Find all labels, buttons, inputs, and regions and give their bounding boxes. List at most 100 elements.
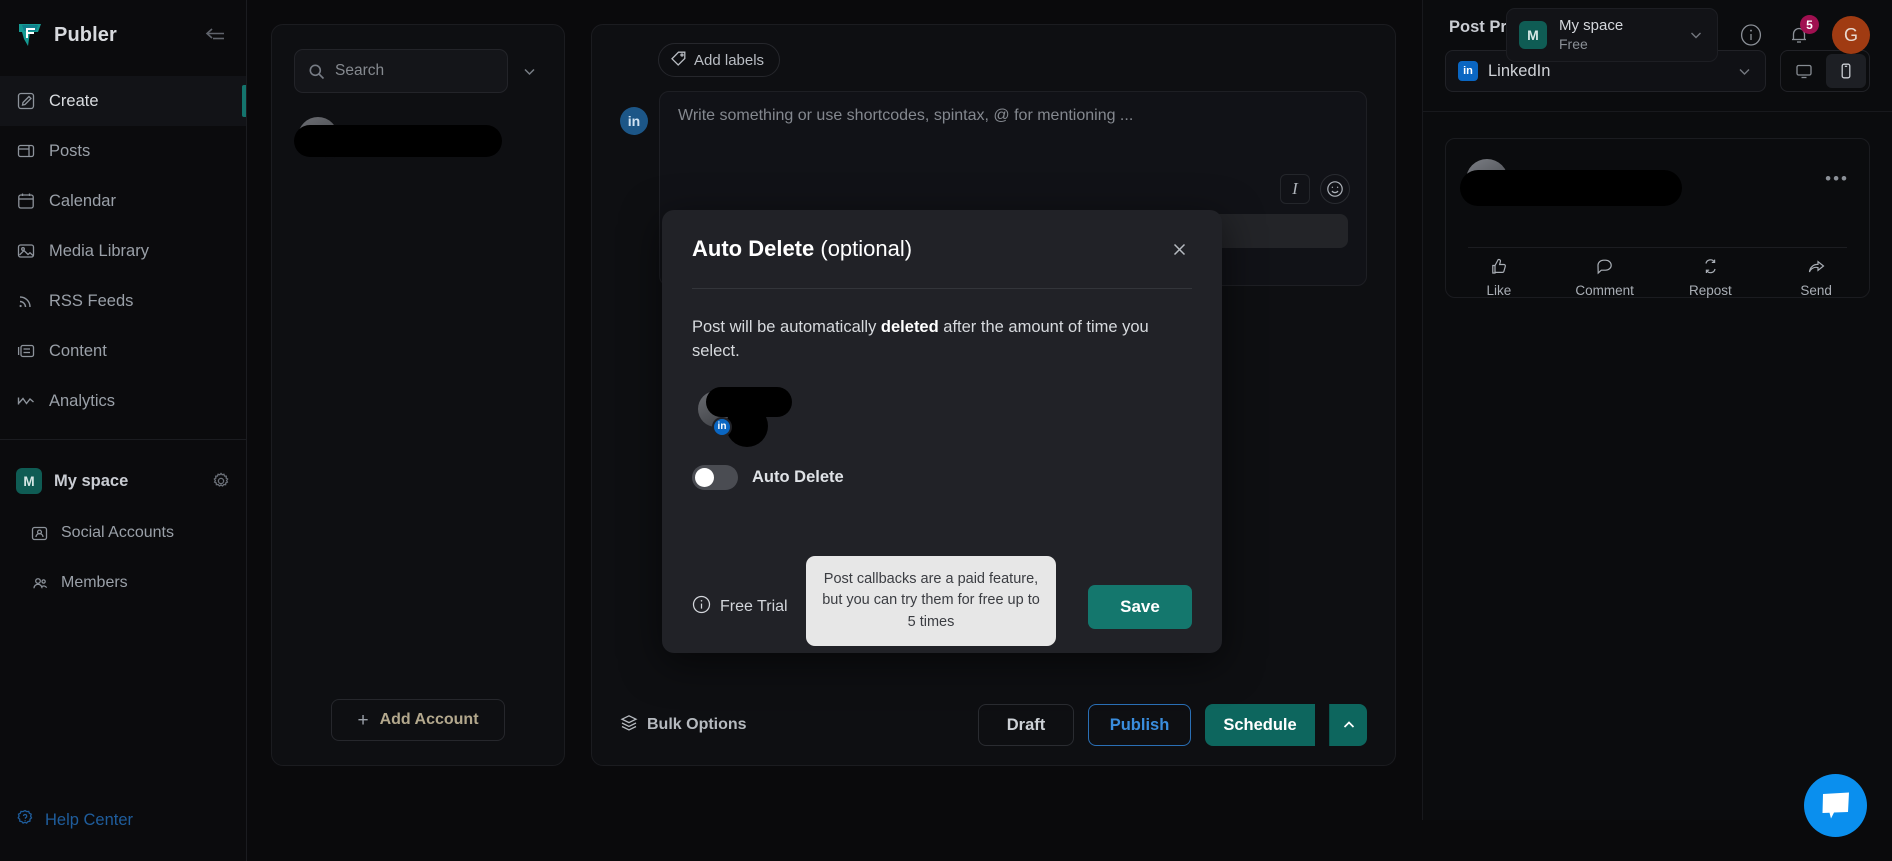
user-card-icon (30, 524, 49, 543)
repost-action[interactable]: Repost (1658, 257, 1764, 298)
thumbs-up-icon (1489, 257, 1508, 279)
modal-desc-bold: deleted (880, 318, 939, 336)
redaction-bar (294, 125, 502, 157)
layers-icon (620, 714, 638, 737)
sidebar-item-label: Media Library (49, 241, 149, 260)
draft-button[interactable]: Draft (978, 704, 1074, 746)
sidebar-item-label: Create (49, 91, 99, 110)
redaction-bar (726, 404, 768, 447)
bell-icon[interactable]: 5 (1784, 15, 1819, 50)
chat-bubble-icon[interactable] (1804, 774, 1867, 837)
preview-post-card: ••• Like Comment Repost Send (1445, 138, 1870, 298)
topbar: M My space Free 5 G (247, 0, 1892, 70)
divider (1468, 247, 1847, 248)
editor-placeholder: Write something or use shortcodes, spint… (678, 107, 1134, 124)
space-switch-plan: Free (1559, 35, 1588, 52)
sidebar-sub-item-label: Social Accounts (61, 524, 174, 541)
add-account-wrap: + Add Account (294, 699, 542, 741)
analytics-chart-icon (16, 391, 36, 411)
publer-logo-icon (16, 21, 44, 49)
sidebar: Publer Create Posts Calendar Media Libra… (0, 0, 247, 861)
comment-action[interactable]: Comment (1552, 257, 1658, 298)
modal-desc-pre: Post will be automatically (692, 318, 881, 336)
sidebar-item-content[interactable]: Content (0, 326, 246, 376)
sidebar-item-members[interactable]: Members (0, 558, 246, 608)
emoji-icon[interactable] (1320, 174, 1350, 204)
posts-icon (16, 141, 36, 161)
gear-icon[interactable] (212, 472, 230, 490)
content-list-icon (16, 341, 36, 361)
sidebar-space-row[interactable]: M My space (0, 454, 246, 508)
help-center-link[interactable]: Help Center (0, 791, 246, 861)
image-icon (16, 241, 36, 261)
collapse-sidebar-icon[interactable] (202, 22, 228, 48)
action-label: Like (1486, 283, 1512, 298)
plus-icon: + (357, 709, 369, 731)
app-root: Publer Create Posts Calendar Media Libra… (0, 0, 1892, 861)
add-account-button[interactable]: + Add Account (331, 699, 505, 741)
close-icon[interactable] (1166, 236, 1192, 262)
modal-header: Auto Delete (optional) (692, 236, 1192, 262)
sidebar-item-media-library[interactable]: Media Library (0, 226, 246, 276)
like-action[interactable]: Like (1446, 257, 1552, 298)
sidebar-divider (0, 439, 246, 440)
save-button[interactable]: Save (1088, 585, 1192, 629)
space-switcher[interactable]: M My space Free (1506, 8, 1718, 62)
editor-toolbar: I (1280, 174, 1350, 204)
tooltip: Post callbacks are a paid feature, but y… (806, 556, 1056, 647)
user-avatar[interactable]: G (1832, 16, 1870, 54)
italic-icon[interactable]: I (1280, 174, 1310, 204)
space-avatar: M (16, 468, 42, 494)
space-switch-text: My space Free (1559, 17, 1623, 53)
action-label: Repost (1688, 283, 1732, 298)
question-badge-icon (16, 809, 34, 832)
action-label: Send (1800, 283, 1832, 298)
post-preview-panel: Post Preview in LinkedIn ••• Like Commen… (1422, 0, 1892, 820)
add-account-label: Add Account (379, 711, 479, 728)
auto-delete-toggle-row: Auto Delete (692, 464, 1192, 490)
sidebar-item-label: RSS Feeds (49, 291, 134, 310)
modal-title-rest: (optional) (814, 236, 913, 261)
free-trial-label: Free Trial (720, 598, 788, 615)
modal-title-bold: Auto Delete (692, 236, 815, 261)
chevron-down-icon (1687, 26, 1705, 44)
schedule-button[interactable]: Schedule (1205, 704, 1315, 746)
linkedin-icon: in (712, 416, 732, 437)
publish-button[interactable]: Publish (1088, 704, 1191, 746)
bulk-options-button[interactable]: Bulk Options (620, 714, 747, 737)
repost-icon (1701, 257, 1720, 279)
calendar-icon (16, 191, 36, 211)
help-center-label: Help Center (45, 810, 134, 829)
auto-delete-toggle-label: Auto Delete (752, 467, 844, 486)
sidebar-item-create[interactable]: Create (0, 76, 246, 126)
bulk-options-label: Bulk Options (647, 716, 747, 733)
rss-icon (16, 291, 36, 311)
sidebar-item-label: Analytics (49, 391, 116, 410)
send-action[interactable]: Send (1763, 257, 1869, 298)
sidebar-item-social-accounts[interactable]: Social Accounts (0, 508, 246, 558)
sidebar-item-label: Calendar (49, 191, 116, 210)
composer-bottom-bar: Bulk Options Draft Publish Schedule (592, 685, 1395, 765)
sidebar-item-posts[interactable]: Posts (0, 126, 246, 176)
free-trial-note[interactable]: Free Trial (692, 595, 788, 619)
preview-actions: Like Comment Repost Send (1446, 257, 1869, 298)
brand-row: Publer (0, 0, 246, 70)
sidebar-nav: Create Posts Calendar Media Library RSS … (0, 70, 246, 426)
sidebar-item-label: Posts (49, 141, 91, 160)
schedule-options-button[interactable] (1329, 704, 1367, 746)
sidebar-item-rss-feeds[interactable]: RSS Feeds (0, 276, 246, 326)
accounts-panel: + Add Account (271, 24, 565, 766)
sidebar-item-label: Content (49, 341, 107, 360)
more-horizontal-icon[interactable]: ••• (1825, 169, 1849, 189)
info-circle-icon[interactable] (1736, 20, 1766, 50)
comment-bubble-icon (1595, 257, 1614, 279)
toggle-knob (695, 467, 714, 487)
brand-name: Publer (54, 23, 117, 46)
redaction-bar (1460, 170, 1682, 206)
auto-delete-toggle[interactable] (692, 464, 738, 490)
account-list-item[interactable] (294, 115, 542, 169)
members-icon (30, 574, 49, 593)
sidebar-item-analytics[interactable]: Analytics (0, 376, 246, 426)
pencil-square-icon (16, 91, 36, 111)
sidebar-item-calendar[interactable]: Calendar (0, 176, 246, 226)
